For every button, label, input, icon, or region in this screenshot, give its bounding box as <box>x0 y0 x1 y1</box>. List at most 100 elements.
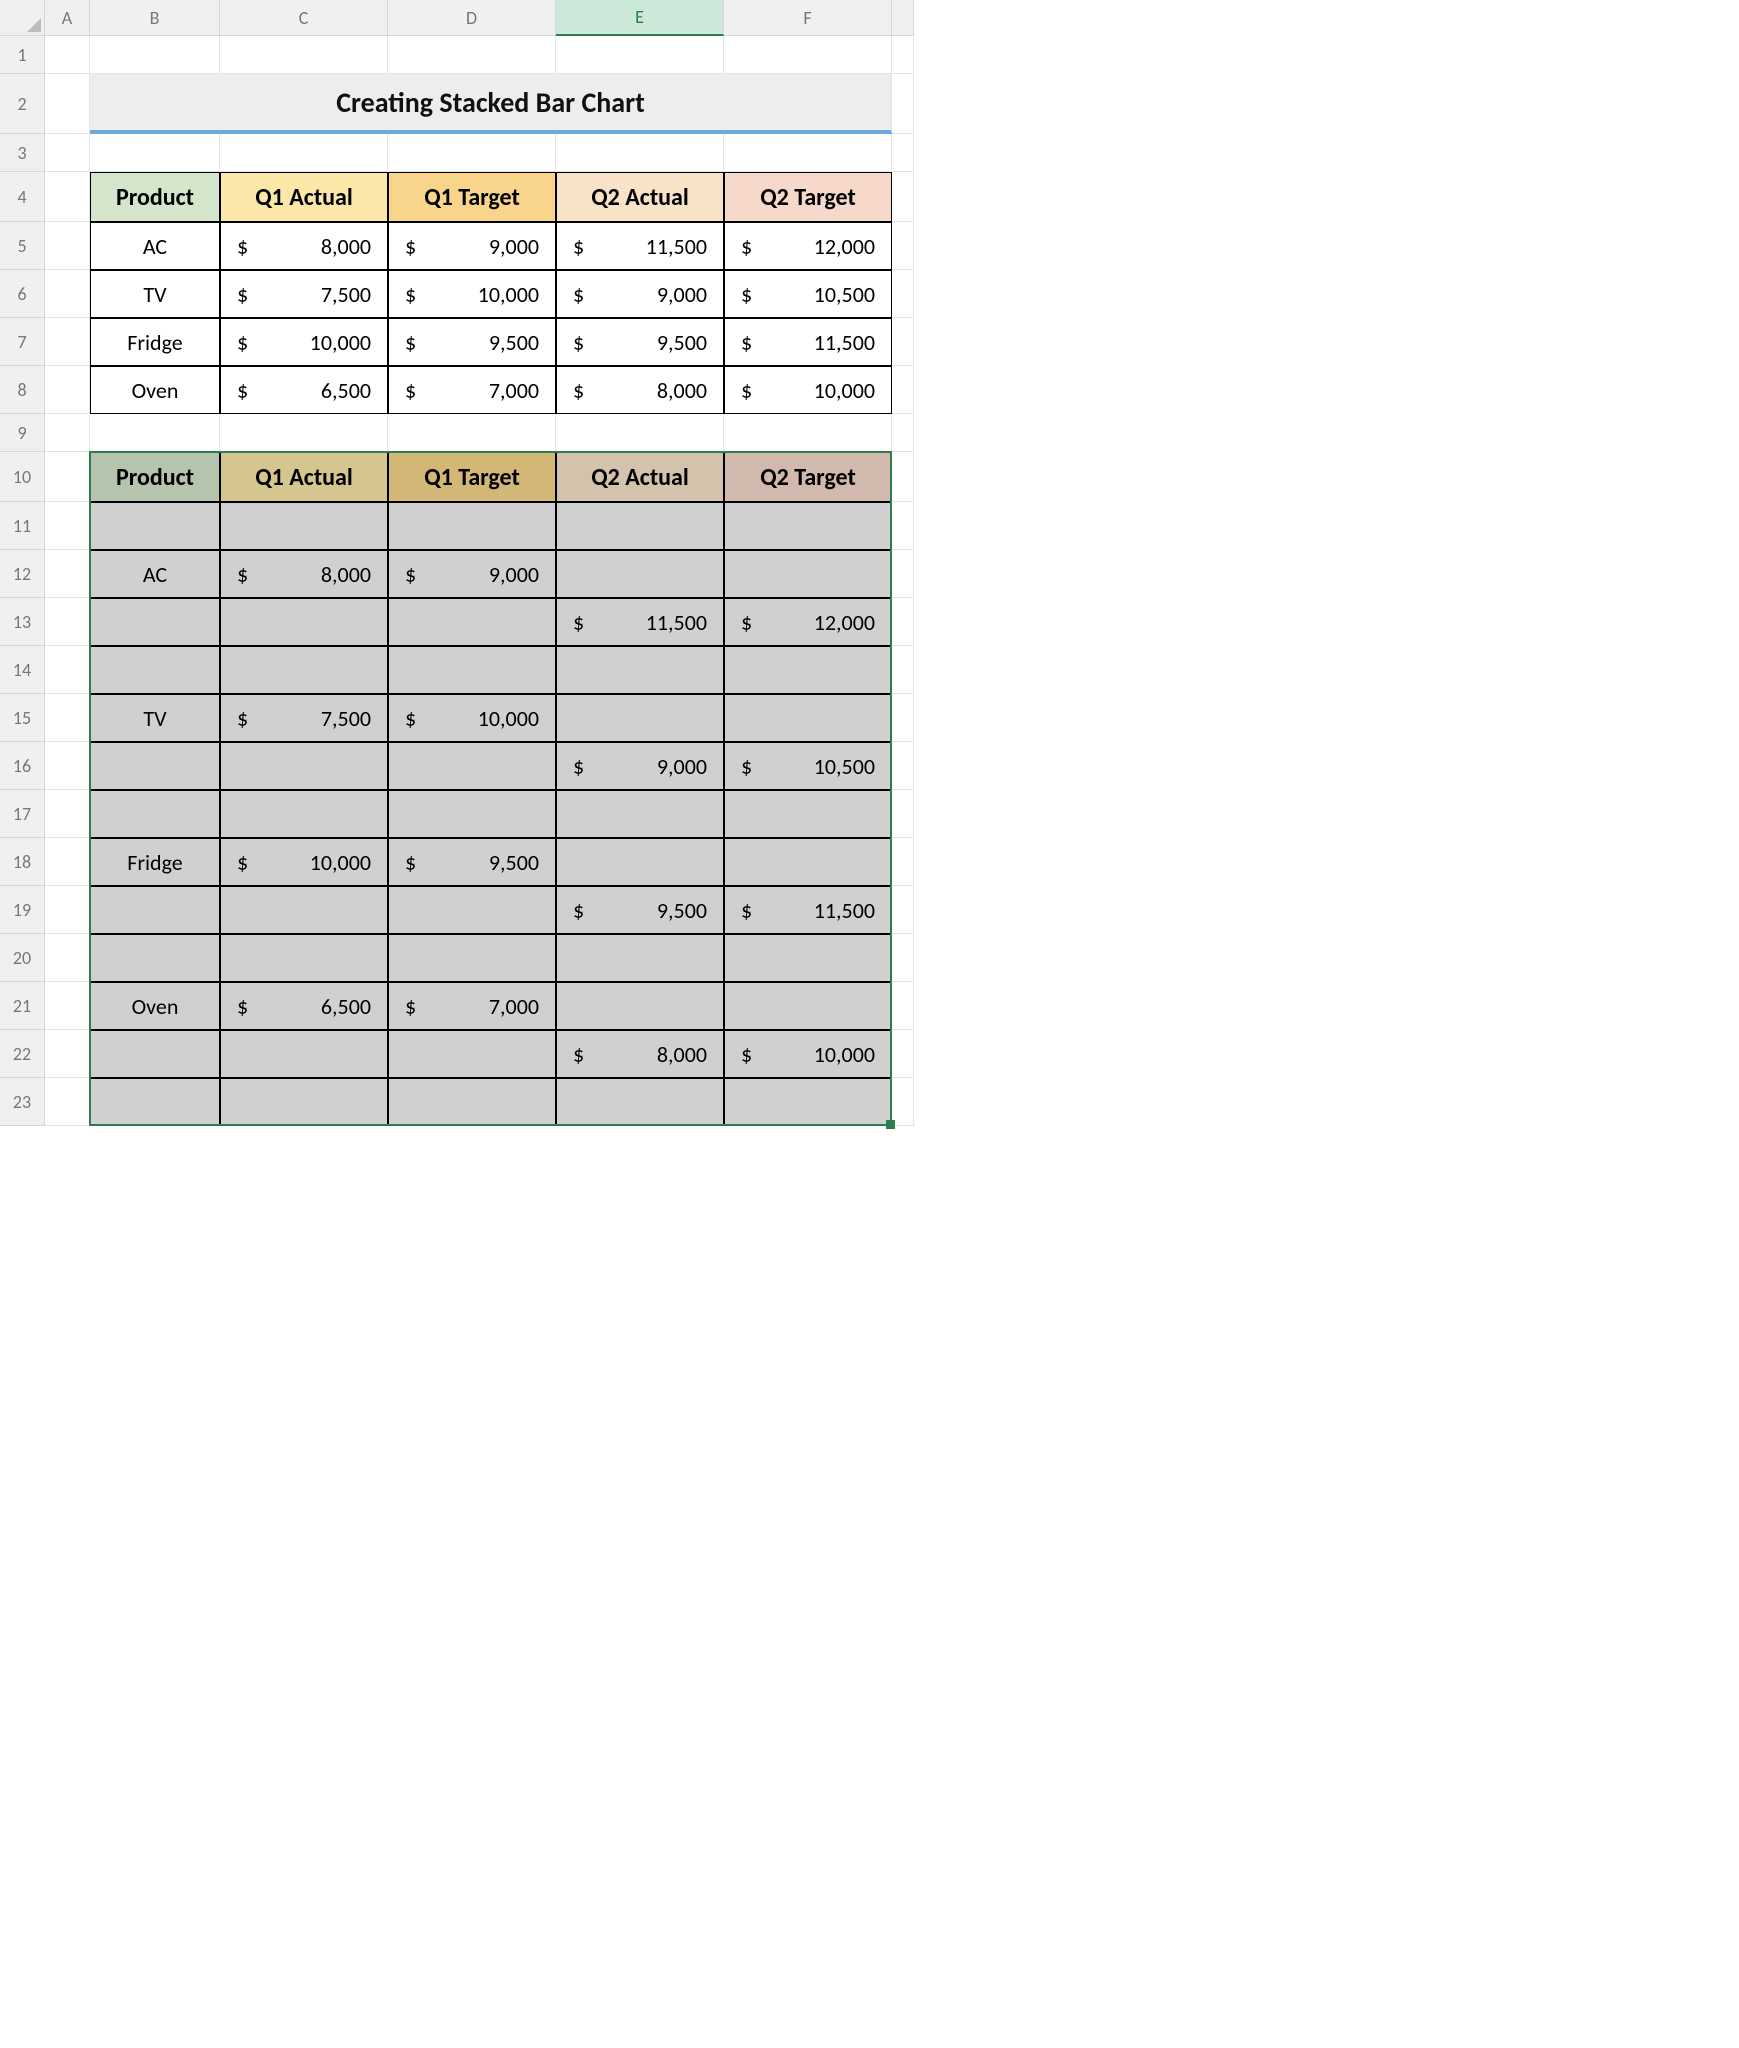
empty-cell[interactable] <box>220 134 388 172</box>
table2-q2t[interactable] <box>724 838 892 886</box>
table2-q1t[interactable] <box>388 934 556 982</box>
table1-q1t[interactable]: $9,500 <box>388 318 556 366</box>
row-header-6[interactable]: 6 <box>0 270 45 318</box>
table1-header-q2t[interactable]: Q2 Target <box>724 172 892 222</box>
table2-product[interactable] <box>90 646 220 694</box>
table2-q1a[interactable] <box>220 934 388 982</box>
row-header-13[interactable]: 13 <box>0 598 45 646</box>
empty-cell[interactable] <box>45 694 90 742</box>
empty-cell[interactable] <box>892 982 914 1030</box>
table1-header-q2a[interactable]: Q2 Actual <box>556 172 724 222</box>
table2-q2t[interactable] <box>724 550 892 598</box>
table2-q2t[interactable] <box>724 982 892 1030</box>
empty-cell[interactable] <box>892 366 914 414</box>
table1-product[interactable]: Oven <box>90 366 220 414</box>
table2-header-q2a[interactable]: Q2 Actual <box>556 452 724 502</box>
table2-q1a[interactable] <box>220 742 388 790</box>
table2-q1a[interactable] <box>220 502 388 550</box>
empty-cell[interactable] <box>556 134 724 172</box>
table2-q2t[interactable]: $11,500 <box>724 886 892 934</box>
empty-cell[interactable] <box>45 790 90 838</box>
table2-header-q1t[interactable]: Q1 Target <box>388 452 556 502</box>
empty-cell[interactable] <box>45 74 90 134</box>
table1-q1t[interactable]: $7,000 <box>388 366 556 414</box>
table2-q2a[interactable] <box>556 502 724 550</box>
table1-q2a[interactable]: $11,500 <box>556 222 724 270</box>
empty-cell[interactable] <box>556 36 724 74</box>
column-header-C[interactable]: C <box>220 0 388 36</box>
row-header-8[interactable]: 8 <box>0 366 45 414</box>
table2-q2t[interactable]: $12,000 <box>724 598 892 646</box>
table2-header-product[interactable]: Product <box>90 452 220 502</box>
table2-header-q1a[interactable]: Q1 Actual <box>220 452 388 502</box>
table2-q1a[interactable] <box>220 886 388 934</box>
table2-q2a[interactable] <box>556 934 724 982</box>
table2-header-q2t[interactable]: Q2 Target <box>724 452 892 502</box>
table2-product[interactable]: Oven <box>90 982 220 1030</box>
row-header-10[interactable]: 10 <box>0 452 45 502</box>
empty-cell[interactable] <box>45 270 90 318</box>
table2-product[interactable]: TV <box>90 694 220 742</box>
empty-cell[interactable] <box>892 502 914 550</box>
empty-cell[interactable] <box>45 742 90 790</box>
empty-cell[interactable] <box>892 270 914 318</box>
table2-product[interactable]: Fridge <box>90 838 220 886</box>
empty-cell[interactable] <box>892 318 914 366</box>
table2-q2t[interactable] <box>724 1078 892 1126</box>
row-header-1[interactable]: 1 <box>0 36 45 74</box>
row-header-2[interactable]: 2 <box>0 74 45 134</box>
row-header-21[interactable]: 21 <box>0 982 45 1030</box>
empty-cell[interactable] <box>892 934 914 982</box>
table1-q2a[interactable]: $9,500 <box>556 318 724 366</box>
table2-q1a[interactable]: $7,500 <box>220 694 388 742</box>
empty-cell[interactable] <box>892 838 914 886</box>
empty-cell[interactable] <box>45 222 90 270</box>
table2-q1t[interactable]: $9,500 <box>388 838 556 886</box>
table2-q2a[interactable] <box>556 838 724 886</box>
table2-q2a[interactable] <box>556 982 724 1030</box>
table2-product[interactable] <box>90 598 220 646</box>
table1-q2a[interactable]: $9,000 <box>556 270 724 318</box>
table2-q2a[interactable] <box>556 1078 724 1126</box>
row-header-14[interactable]: 14 <box>0 646 45 694</box>
empty-cell[interactable] <box>892 414 914 452</box>
table2-q2t[interactable] <box>724 502 892 550</box>
empty-cell[interactable] <box>45 550 90 598</box>
table2-q1a[interactable] <box>220 1078 388 1126</box>
row-header-18[interactable]: 18 <box>0 838 45 886</box>
table1-product[interactable]: TV <box>90 270 220 318</box>
empty-cell[interactable] <box>45 646 90 694</box>
row-header-23[interactable]: 23 <box>0 1078 45 1126</box>
empty-cell[interactable] <box>45 134 90 172</box>
empty-cell[interactable] <box>45 598 90 646</box>
table2-q1a[interactable]: $8,000 <box>220 550 388 598</box>
table2-q1t[interactable]: $10,000 <box>388 694 556 742</box>
empty-cell[interactable] <box>724 36 892 74</box>
column-header-A[interactable]: A <box>45 0 90 36</box>
table2-product[interactable]: AC <box>90 550 220 598</box>
empty-cell[interactable] <box>45 318 90 366</box>
row-header-3[interactable]: 3 <box>0 134 45 172</box>
table1-header-q1t[interactable]: Q1 Target <box>388 172 556 222</box>
empty-cell[interactable] <box>892 1078 914 1126</box>
table2-q2t[interactable] <box>724 646 892 694</box>
empty-cell[interactable] <box>556 414 724 452</box>
empty-cell[interactable] <box>45 36 90 74</box>
empty-cell[interactable] <box>45 1030 90 1078</box>
empty-cell[interactable] <box>45 502 90 550</box>
empty-cell[interactable] <box>892 646 914 694</box>
empty-cell[interactable] <box>892 134 914 172</box>
select-all-corner[interactable] <box>0 0 45 36</box>
table1-header-product[interactable]: Product <box>90 172 220 222</box>
table2-q1t[interactable] <box>388 886 556 934</box>
row-header-17[interactable]: 17 <box>0 790 45 838</box>
row-header-9[interactable]: 9 <box>0 414 45 452</box>
empty-cell[interactable] <box>45 414 90 452</box>
table2-q1a[interactable]: $10,000 <box>220 838 388 886</box>
table2-q2a[interactable]: $9,500 <box>556 886 724 934</box>
table2-q1t[interactable] <box>388 1030 556 1078</box>
table2-q2a[interactable]: $11,500 <box>556 598 724 646</box>
table2-q1t[interactable] <box>388 1078 556 1126</box>
empty-cell[interactable] <box>892 598 914 646</box>
table2-q2a[interactable] <box>556 646 724 694</box>
